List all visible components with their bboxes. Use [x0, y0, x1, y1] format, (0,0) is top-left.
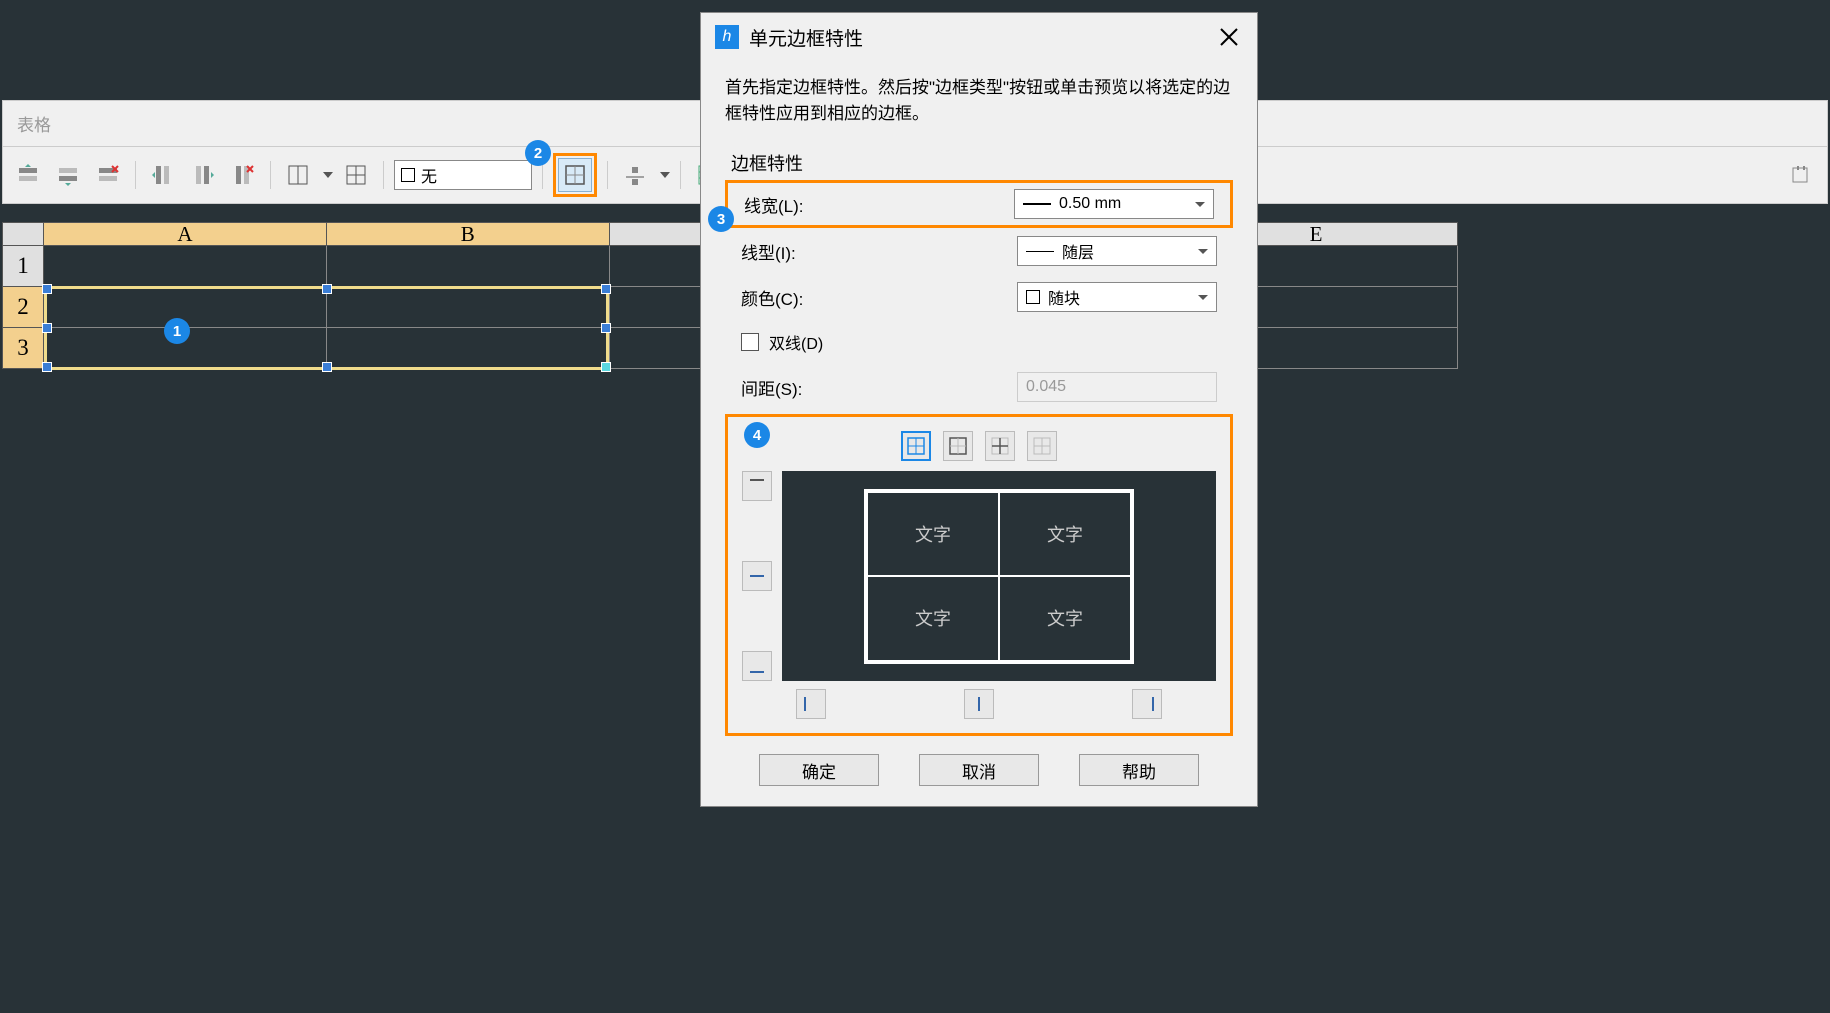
border-right-toggle[interactable]	[1132, 689, 1162, 719]
row-header-3[interactable]: 3	[2, 328, 44, 369]
linetype-value: 随层	[1062, 239, 1094, 263]
close-button[interactable]	[1215, 23, 1243, 51]
border-outer-button[interactable]	[943, 431, 973, 461]
cell-border-dialog: h 单元边框特性 首先指定边框特性。然后按"边框类型"按钮或单击预览以将选定的边…	[700, 12, 1258, 807]
badge-2: 2	[525, 140, 551, 166]
col-header-b[interactable]: B	[327, 222, 610, 246]
cell-b3[interactable]	[327, 328, 610, 369]
lineweight-value: 0.50 mm	[1059, 195, 1121, 213]
badge-1: 1	[164, 318, 190, 344]
align-dropdown-icon[interactable]	[660, 172, 670, 178]
cell-b2[interactable]	[327, 287, 610, 328]
align-button[interactable]	[618, 158, 652, 192]
merge-dropdown-icon[interactable]	[323, 172, 333, 178]
dialog-app-icon: h	[715, 25, 739, 49]
lineweight-select[interactable]: 0.50 mm	[1014, 189, 1214, 219]
border-left-toggle[interactable]	[796, 689, 826, 719]
merge-cells-button[interactable]	[281, 158, 315, 192]
dialog-description: 首先指定边框特性。然后按"边框类型"按钮或单击预览以将选定的边框特性应用到相应的…	[701, 61, 1257, 140]
double-line-label: 双线(D)	[769, 330, 823, 354]
cell-borders-button[interactable]	[558, 158, 592, 192]
spacing-value: 0.045	[1026, 378, 1066, 396]
help-button[interactable]: 帮助	[1079, 754, 1199, 786]
cell-b1[interactable]	[327, 246, 610, 287]
badge-4: 4	[744, 422, 770, 448]
border-bottom-toggle[interactable]	[742, 651, 772, 681]
preview-cell: 文字	[867, 576, 999, 661]
lineweight-label: 线宽(L):	[744, 192, 1014, 217]
badge-3: 3	[708, 206, 734, 232]
preview-cell: 文字	[867, 492, 999, 577]
cell-style-value: 无	[421, 163, 437, 187]
cell-style-select[interactable]: 无	[394, 160, 532, 190]
delete-row-button[interactable]	[91, 158, 125, 192]
row-header-2[interactable]: 2	[2, 287, 44, 328]
dialog-title: 单元边框特性	[749, 24, 1205, 51]
border-hmiddle-toggle[interactable]	[742, 561, 772, 591]
color-select[interactable]: 随块	[1017, 282, 1217, 312]
border-none-button[interactable]	[1027, 431, 1057, 461]
color-value: 随块	[1048, 285, 1080, 309]
color-label: 颜色(C):	[741, 285, 1017, 310]
border-inner-button[interactable]	[985, 431, 1015, 461]
ok-button[interactable]: 确定	[759, 754, 879, 786]
insert-row-below-button[interactable]	[51, 158, 85, 192]
insert-col-left-button[interactable]	[146, 158, 180, 192]
insert-col-right-button[interactable]	[186, 158, 220, 192]
preview-cell: 文字	[999, 576, 1131, 661]
spacing-label: 间距(S):	[741, 375, 1017, 400]
linetype-select[interactable]: 随层	[1017, 236, 1217, 266]
unmerge-cells-button[interactable]	[339, 158, 373, 192]
settings-button[interactable]	[1785, 158, 1819, 192]
border-vmiddle-toggle[interactable]	[964, 689, 994, 719]
section-label: 边框特性	[701, 140, 1257, 180]
border-top-toggle[interactable]	[742, 471, 772, 501]
row-header-1[interactable]: 1	[2, 246, 44, 287]
cell-a1[interactable]	[44, 246, 327, 287]
insert-row-above-button[interactable]	[11, 158, 45, 192]
preview-cell: 文字	[999, 492, 1131, 577]
spacing-input: 0.045	[1017, 372, 1217, 402]
border-all-button[interactable]	[901, 431, 931, 461]
col-header-a[interactable]: A	[44, 222, 327, 246]
cancel-button[interactable]: 取消	[919, 754, 1039, 786]
double-line-checkbox[interactable]	[741, 333, 759, 351]
border-preview[interactable]: 文字 文字 文字 文字	[782, 471, 1216, 681]
select-all-corner[interactable]	[2, 222, 44, 246]
linetype-label: 线型(I):	[741, 239, 1017, 264]
delete-col-button[interactable]	[226, 158, 260, 192]
